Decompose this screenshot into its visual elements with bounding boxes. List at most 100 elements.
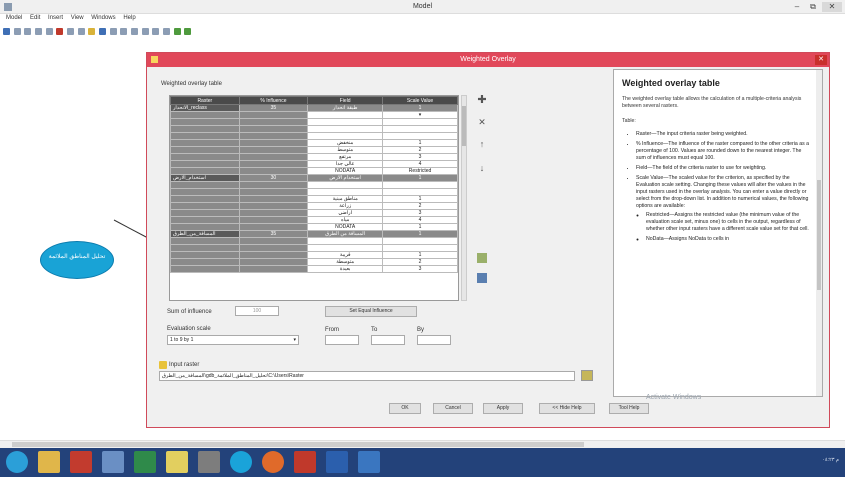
ie-icon[interactable] — [6, 451, 28, 473]
scale-value-cell[interactable]: 1 — [382, 195, 458, 203]
evaluation-scale-select[interactable]: 1 to 9 by 1 ▾ — [167, 335, 299, 345]
firefox-icon[interactable] — [262, 451, 284, 473]
scale-value-cell[interactable]: 4 — [382, 216, 458, 224]
influence-cell[interactable]: 35 — [238, 230, 309, 238]
canvas-horizontal-scrollbar[interactable] — [0, 440, 845, 448]
scale-value-cell[interactable] — [382, 132, 458, 140]
remap-row[interactable]: زراعة 2 — [170, 202, 458, 210]
hide-help-button[interactable]: << Hide Help — [539, 403, 595, 414]
excel-icon[interactable] — [134, 451, 156, 473]
scale-cell[interactable]: 1 — [382, 230, 458, 238]
set-equal-influence-button[interactable]: Set Equal Influence — [325, 306, 417, 317]
remove-raster-icon[interactable]: ✕ — [477, 117, 487, 127]
canvas-scroll-thumb[interactable] — [12, 442, 584, 447]
scale-value-cell[interactable]: Restricted — [382, 167, 458, 175]
dialog-close-button[interactable]: ✕ — [815, 55, 827, 65]
menu-windows[interactable]: Windows — [91, 15, 115, 21]
apply-button[interactable]: Apply — [483, 403, 523, 414]
scale-value-cell[interactable]: ▾ — [382, 111, 458, 119]
raster-cell[interactable]: الانحدار_reclass — [170, 104, 240, 112]
maximize-button[interactable]: ⧉ — [806, 2, 820, 12]
scale-cell[interactable]: 1 — [382, 104, 458, 112]
model-output-ellipse[interactable]: تحليل المناطق الملائمة — [40, 241, 114, 279]
acrobat-icon[interactable] — [294, 451, 316, 473]
close-button[interactable]: ✕ — [822, 2, 842, 12]
raster-cell[interactable]: استخدام_الارض — [170, 174, 240, 182]
remap-row[interactable]: NODATA Restricted — [170, 167, 458, 175]
connect-icon[interactable] — [163, 28, 171, 35]
media-icon[interactable] — [198, 451, 220, 473]
scale-value-cell[interactable]: 2 — [382, 146, 458, 154]
validate-icon[interactable] — [173, 28, 181, 35]
field-cell[interactable]: طبقة انحدار — [307, 104, 384, 112]
file-explorer-icon[interactable] — [38, 451, 60, 473]
remap-row[interactable]: اراضي 3 — [170, 209, 458, 217]
table-scroll-thumb[interactable] — [462, 106, 466, 146]
full-extent-icon[interactable] — [109, 28, 117, 35]
raster-group-row[interactable]: الانحدار_reclass 35 طبقة انحدار 1 — [170, 104, 458, 112]
scale-value-cell[interactable]: 1 — [382, 139, 458, 147]
help-scrollbar[interactable] — [816, 70, 822, 396]
minimize-button[interactable]: – — [790, 2, 804, 12]
folder-icon[interactable] — [166, 451, 188, 473]
chrome-icon[interactable] — [230, 451, 252, 473]
undo-icon[interactable] — [67, 28, 75, 35]
to-field[interactable] — [371, 335, 405, 345]
remap-row[interactable]: مناطق مبنية 1 — [170, 195, 458, 203]
paste-icon[interactable] — [45, 28, 53, 35]
save-table-icon[interactable] — [477, 273, 487, 283]
menu-edit[interactable]: Edit — [30, 15, 40, 21]
scale-value-cell[interactable]: 2 — [382, 258, 458, 266]
select-icon[interactable] — [152, 28, 160, 35]
scale-value-cell[interactable] — [382, 125, 458, 133]
scale-value-cell[interactable]: 2 — [382, 202, 458, 210]
remap-row[interactable]: متوسط 2 — [170, 146, 458, 154]
cancel-button[interactable]: Cancel — [433, 403, 473, 414]
menu-insert[interactable]: Insert — [48, 15, 63, 21]
remap-row[interactable] — [170, 188, 458, 196]
help-scroll-thumb[interactable] — [817, 180, 821, 290]
menu-view[interactable]: View — [71, 15, 84, 21]
weighted-overlay-table[interactable]: Raster % Influence Field Scale Value الا… — [169, 95, 459, 301]
word-icon[interactable] — [326, 451, 348, 473]
move-down-icon[interactable]: ↓ — [477, 163, 487, 173]
remap-row[interactable]: ▾ — [170, 111, 458, 119]
remap-row[interactable]: مياه 4 — [170, 216, 458, 224]
remap-row[interactable]: بعيدة 3 — [170, 265, 458, 273]
redo-icon[interactable] — [77, 28, 85, 35]
from-field[interactable] — [325, 335, 359, 345]
scale-value-cell[interactable] — [382, 244, 458, 252]
remap-row[interactable]: عالي جدا 4 — [170, 160, 458, 168]
scale-value-cell[interactable]: 1 — [382, 223, 458, 231]
by-field[interactable] — [417, 335, 451, 345]
print-icon[interactable] — [13, 28, 21, 35]
input-raster-field[interactable]: C:\Users\Raster\تحليل_المناطق_الملائمة_g… — [159, 371, 575, 381]
auto-layout-icon[interactable] — [99, 28, 107, 35]
influence-cell[interactable]: 35 — [238, 104, 309, 112]
ok-button[interactable]: OK — [389, 403, 421, 414]
copy-icon[interactable] — [35, 28, 43, 35]
remap-row[interactable] — [170, 125, 458, 133]
save-icon[interactable] — [3, 28, 10, 35]
zoom-in-icon[interactable] — [120, 28, 128, 35]
arcgis-icon[interactable] — [102, 451, 124, 473]
field-cell[interactable]: المسافة من الطرق — [307, 230, 384, 238]
scale-value-cell[interactable]: 3 — [382, 153, 458, 161]
remap-row[interactable]: منخفض 1 — [170, 139, 458, 147]
scale-value-cell[interactable] — [382, 181, 458, 189]
raster-cell[interactable]: المسافة_من_الطرق — [170, 230, 240, 238]
add-raster-icon[interactable]: ✚ — [477, 95, 487, 106]
scale-value-cell[interactable]: 1 — [382, 251, 458, 259]
zoom-out-icon[interactable] — [131, 28, 139, 35]
scale-value-cell[interactable]: 3 — [382, 209, 458, 217]
arcmap-icon[interactable] — [358, 451, 380, 473]
raster-group-row[interactable]: استخدام_الارض 30 استخدام الارض 1 — [170, 174, 458, 182]
scale-cell[interactable]: 1 — [382, 174, 458, 182]
remap-row[interactable] — [170, 181, 458, 189]
scale-value-cell[interactable]: 4 — [382, 160, 458, 168]
remap-row[interactable]: متوسطة 2 — [170, 258, 458, 266]
scale-value-cell[interactable] — [382, 237, 458, 245]
remap-row[interactable] — [170, 118, 458, 126]
load-table-icon[interactable] — [477, 253, 487, 263]
run-icon[interactable] — [184, 28, 192, 35]
